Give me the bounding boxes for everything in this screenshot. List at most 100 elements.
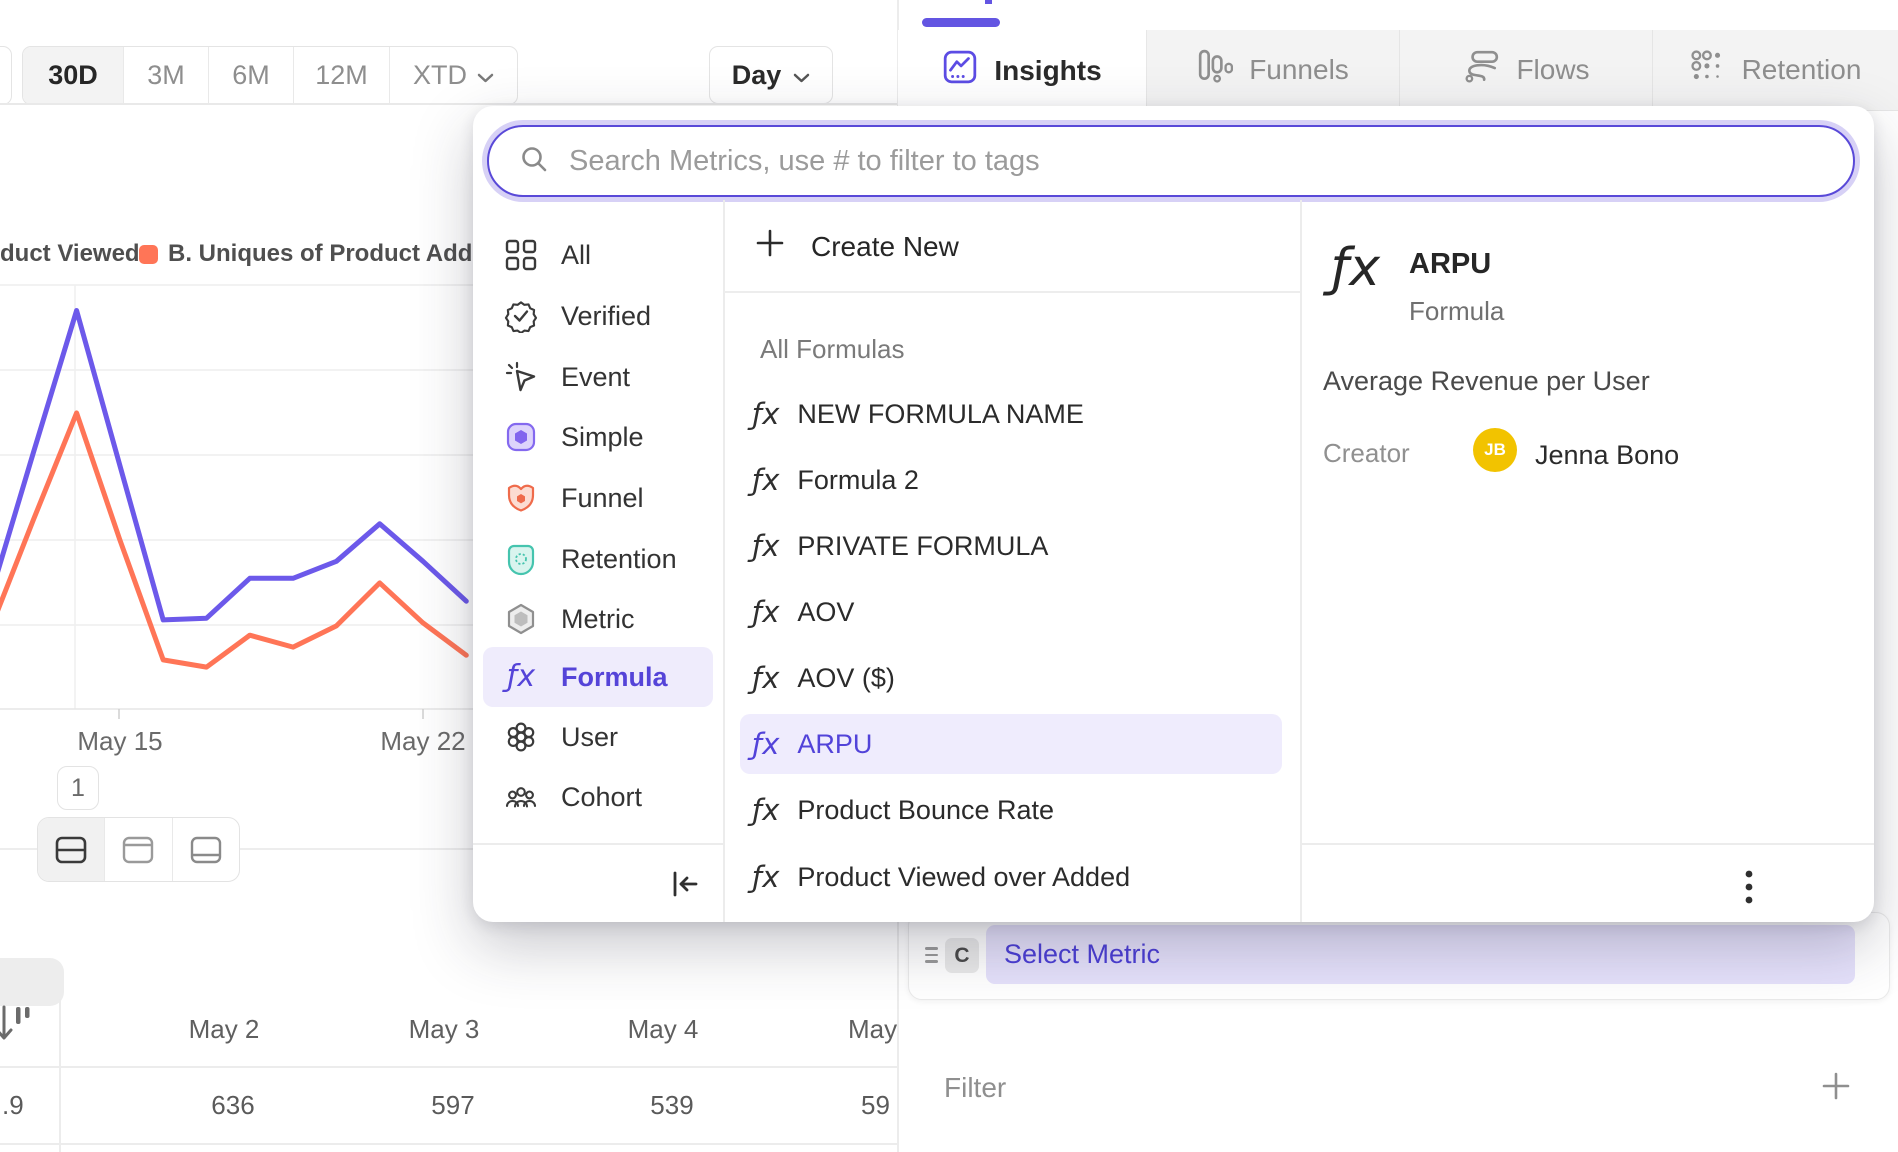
tab-flows[interactable]: Flows bbox=[1399, 30, 1652, 111]
select-metric-label: Select Metric bbox=[1004, 939, 1160, 970]
table-header-border bbox=[0, 1066, 897, 1068]
chevron-down-icon bbox=[477, 60, 494, 91]
range-30d-button[interactable]: 30D bbox=[23, 47, 124, 104]
formula-icon: ƒx bbox=[752, 598, 779, 627]
funnels-icon bbox=[1197, 49, 1233, 92]
granularity-button[interactable]: Day bbox=[709, 46, 833, 104]
create-new-label: Create New bbox=[811, 231, 959, 263]
user-icon bbox=[503, 719, 539, 755]
formula-name: Product Bounce Rate bbox=[797, 795, 1054, 826]
sidebar-item-label: Retention bbox=[561, 544, 677, 575]
sidebar-item-funnel[interactable]: Funnel bbox=[483, 468, 713, 528]
sidebar-item-cohort[interactable]: Cohort bbox=[483, 767, 713, 827]
formula-list-item[interactable]: ƒx AOV bbox=[740, 582, 1282, 642]
tab-retention[interactable]: Retention bbox=[1652, 30, 1898, 111]
tab-insights[interactable]: Insights bbox=[898, 30, 1147, 111]
sidebar-item-all[interactable]: All bbox=[483, 225, 713, 285]
formula-name: AOV ($) bbox=[797, 663, 895, 694]
sidebar-item-label: Event bbox=[561, 362, 630, 393]
table-cell: 597 bbox=[383, 1090, 523, 1121]
insights-icon bbox=[942, 49, 978, 92]
toolbar-divider bbox=[0, 103, 898, 105]
sort-descending-icon[interactable] bbox=[0, 1001, 32, 1050]
flows-icon bbox=[1462, 49, 1500, 92]
page-number-badge[interactable]: 1 bbox=[57, 766, 99, 810]
formula-list-item[interactable]: ƒx Product Bounce Rate bbox=[740, 780, 1282, 840]
active-nav-indicator bbox=[922, 18, 1000, 27]
range-6m-button[interactable]: 6M bbox=[209, 47, 294, 104]
formula-section-label: All Formulas bbox=[760, 334, 904, 365]
report-tabs: Insights Funnels Flows Retention bbox=[898, 30, 1898, 111]
range-xtd-button[interactable]: XTD bbox=[390, 47, 517, 104]
sidebar-footer-divider bbox=[473, 843, 723, 845]
formula-list-item[interactable]: ƒxNEW FORMULA NAME bbox=[740, 384, 1282, 444]
table-header[interactable]: May bbox=[848, 1014, 897, 1045]
sidebar-item-user[interactable]: User bbox=[483, 707, 713, 767]
verified-icon bbox=[503, 298, 539, 334]
formula-list-item[interactable]: ƒxProduct Viewed over Added bbox=[740, 847, 1282, 907]
sidebar-item-formula[interactable]: ƒx Formula bbox=[483, 647, 713, 707]
range-xtd-label: XTD bbox=[413, 60, 467, 91]
event-icon bbox=[503, 359, 539, 395]
select-metric-button[interactable]: Select Metric bbox=[986, 925, 1855, 984]
formula-icon: ƒx bbox=[752, 532, 779, 561]
formula-list-item[interactable]: ƒx AOV ($) bbox=[740, 648, 1282, 708]
top-view-icon bbox=[122, 836, 154, 864]
range-12m-button[interactable]: 12M bbox=[294, 47, 390, 104]
legend-series-a-label[interactable]: duct Viewed bbox=[0, 240, 140, 268]
table-header[interactable]: May 4 bbox=[593, 1014, 733, 1045]
add-filter-icon[interactable] bbox=[1820, 1070, 1852, 1107]
create-new-button[interactable]: Create New bbox=[755, 228, 959, 265]
formula-icon: ƒx bbox=[503, 659, 539, 695]
table-tab-chip[interactable] bbox=[0, 958, 64, 1006]
bottom-view-icon bbox=[190, 836, 222, 864]
detail-type: Formula bbox=[1409, 296, 1504, 327]
range-3m-button[interactable]: 3M bbox=[124, 47, 209, 104]
granularity-label: Day bbox=[732, 60, 782, 91]
plus-icon bbox=[755, 228, 785, 265]
partial-range-button[interactable] bbox=[0, 46, 12, 105]
detail-title: ARPU bbox=[1409, 248, 1491, 281]
formula-icon: ƒx bbox=[752, 664, 779, 693]
formula-name: AOV bbox=[797, 597, 854, 628]
layout-split-button[interactable] bbox=[38, 818, 105, 881]
sidebar-item-simple[interactable]: Simple bbox=[483, 407, 713, 467]
kebab-menu-icon[interactable] bbox=[1743, 868, 1755, 911]
sidebar-item-event[interactable]: Event bbox=[483, 347, 713, 407]
sidebar-item-label: Simple bbox=[561, 422, 644, 453]
formula-icon: ƒx bbox=[752, 400, 779, 429]
sidebar-item-label: Funnel bbox=[561, 483, 644, 514]
modal-column-divider bbox=[723, 200, 725, 922]
table-header[interactable]: May 2 bbox=[154, 1014, 294, 1045]
sidebar-item-label: User bbox=[561, 722, 618, 753]
formula-name: ARPU bbox=[797, 729, 872, 760]
sidebar-item-verified[interactable]: Verified bbox=[483, 286, 713, 346]
tab-funnels-label: Funnels bbox=[1249, 54, 1349, 86]
layout-top-button[interactable] bbox=[105, 818, 172, 881]
legend-series-b-swatch[interactable] bbox=[139, 245, 158, 264]
simple-icon bbox=[503, 419, 539, 455]
tab-retention-label: Retention bbox=[1742, 54, 1862, 86]
sidebar-item-metric[interactable]: Metric bbox=[483, 589, 713, 649]
detail-description: Average Revenue per User bbox=[1323, 366, 1650, 397]
sidebar-item-retention[interactable]: Retention bbox=[483, 529, 713, 589]
table-cell: 636 bbox=[163, 1090, 303, 1121]
split-view-icon bbox=[55, 836, 87, 864]
metric-search-input[interactable]: Search Metrics, use # to filter to tags bbox=[487, 125, 1855, 197]
layout-bottom-button[interactable] bbox=[173, 818, 239, 881]
formula-icon: ƒx bbox=[752, 796, 779, 825]
tab-funnels[interactable]: Funnels bbox=[1147, 30, 1399, 111]
table-header[interactable]: May 3 bbox=[374, 1014, 514, 1045]
formula-name: PRIVATE FORMULA bbox=[797, 531, 1048, 562]
drag-handle-icon[interactable] bbox=[925, 947, 938, 963]
search-placeholder: Search Metrics, use # to filter to tags bbox=[569, 145, 1040, 178]
filter-section-label: Filter bbox=[944, 1072, 1006, 1104]
grid-icon bbox=[503, 237, 539, 273]
formula-list-item[interactable]: ƒxFormula 2 bbox=[740, 450, 1282, 510]
formula-list-item-selected[interactable]: ƒxARPU bbox=[740, 714, 1282, 774]
collapse-sidebar-icon[interactable] bbox=[669, 868, 701, 905]
legend-series-b-label[interactable]: B. Uniques of Product Add bbox=[168, 240, 472, 268]
tab-insights-label: Insights bbox=[994, 55, 1101, 87]
x-axis-tick-label: May 22 bbox=[358, 726, 488, 757]
formula-list-item[interactable]: ƒx PRIVATE FORMULA bbox=[740, 516, 1282, 576]
